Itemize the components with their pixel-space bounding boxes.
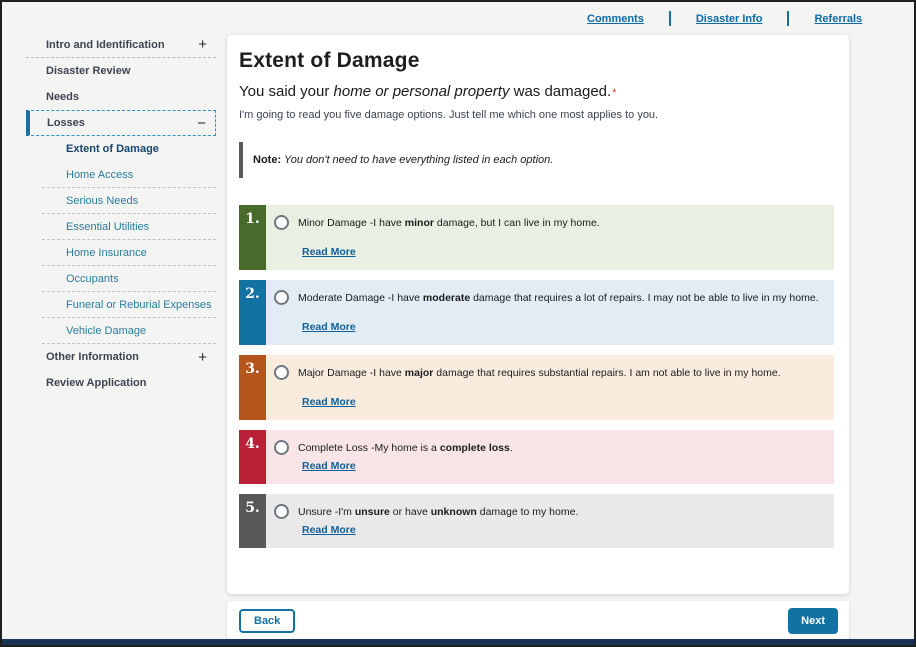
damage-option-2: 2. Moderate Damage -I have moderate damag… — [239, 280, 834, 345]
sidebar-item-other-information[interactable]: Other Information + — [26, 344, 216, 370]
sidebar-item-label: Losses — [47, 117, 85, 129]
sidebar-item-home-insurance[interactable]: Home Insurance — [26, 240, 216, 266]
sidebar: Intro and Identification + Disaster Review… — [26, 32, 216, 396]
sidebar-item-vehicle-damage[interactable]: Vehicle Damage — [26, 318, 216, 344]
sidebar-item-label: Serious Needs — [66, 195, 138, 207]
option-label-row: Major Damage -I have major damage that r… — [274, 365, 824, 380]
sidebar-item-label: Extent of Damage — [66, 143, 159, 155]
application-window: Comments Disaster Info Referrals Intro and… — [0, 0, 916, 647]
sidebar-item-label: Essential Utilities — [66, 221, 149, 233]
sidebar-item-label: Occupants — [66, 273, 119, 285]
option-body: Moderate Damage -I have moderate damage … — [266, 280, 834, 345]
sidebar-item-needs[interactable]: Needs — [26, 84, 216, 110]
option-label-row: Complete Loss -My home is a complete los… — [274, 440, 824, 455]
damage-option-1: 1. Minor Damage -I have minor damage, but… — [239, 205, 834, 270]
note-label: Note: — [253, 154, 281, 166]
option-label-row: Unsure -I'm unsure or have unknown damag… — [274, 504, 824, 519]
sidebar-item-label: Review Application — [46, 377, 146, 389]
note-text: You don't need to have everything listed… — [281, 154, 553, 166]
topbar-link-comments[interactable]: Comments — [587, 13, 644, 25]
sidebar-item-label: Home Insurance — [66, 247, 147, 259]
option-number-block: 5. — [239, 494, 266, 548]
sidebar-item-label: Needs — [46, 91, 79, 103]
option-radio[interactable] — [274, 504, 289, 519]
sidebar-item-funeral-or-reburial-expenses[interactable]: Funeral or Reburial Expenses — [26, 292, 216, 318]
option-number-block: 2. — [239, 280, 266, 345]
back-button[interactable]: Back — [239, 609, 295, 633]
question-text: You said your home or personal property … — [239, 83, 834, 100]
next-button[interactable]: Next — [788, 608, 838, 634]
option-label-row: Minor Damage -I have minor damage, but I… — [274, 215, 824, 230]
option-label: Minor Damage -I have minor damage, but I… — [298, 217, 600, 229]
option-radio[interactable] — [274, 365, 289, 380]
sidebar-item-essential-utilities[interactable]: Essential Utilities — [26, 214, 216, 240]
link-separator — [787, 11, 789, 26]
option-label: Moderate Damage -I have moderate damage … — [298, 292, 819, 304]
sidebar-item-serious-needs[interactable]: Serious Needs — [26, 188, 216, 214]
instruction-text: I'm going to read you five damage option… — [239, 109, 834, 121]
damage-option-4: 4. Complete Loss -My home is a complete l… — [239, 430, 834, 484]
link-separator — [669, 11, 671, 26]
topbar-link-referrals[interactable]: Referrals — [814, 13, 862, 25]
sidebar-item-home-access[interactable]: Home Access — [26, 162, 216, 188]
sidebar-item-losses[interactable]: Losses − — [26, 110, 216, 136]
read-more-link[interactable]: Read More — [302, 246, 356, 258]
read-more-link[interactable]: Read More — [302, 460, 356, 472]
option-body: Unsure -I'm unsure or have unknown damag… — [266, 494, 834, 548]
note-box: Note: You don't need to have everything … — [239, 142, 834, 178]
damage-option-5: 5. Unsure -I'm unsure or have unknown dam… — [239, 494, 834, 548]
sidebar-item-label: Other Information — [46, 351, 139, 363]
option-label: Unsure -I'm unsure or have unknown damag… — [298, 506, 578, 518]
sidebar-item-label: Vehicle Damage — [66, 325, 146, 337]
footer-bar — [2, 639, 914, 645]
read-more-link[interactable]: Read More — [302, 396, 356, 408]
sidebar-item-extent-of-damage[interactable]: Extent of Damage — [26, 136, 216, 162]
read-more-link[interactable]: Read More — [302, 321, 356, 333]
sidebar-item-occupants[interactable]: Occupants — [26, 266, 216, 292]
question-emphasis: home or personal property — [334, 83, 510, 100]
read-more-link[interactable]: Read More — [302, 524, 356, 536]
plus-icon[interactable]: + — [198, 37, 207, 52]
options-list: 1. Minor Damage -I have minor damage, but… — [239, 205, 834, 548]
sidebar-item-intro-and-identification[interactable]: Intro and Identification + — [26, 32, 216, 58]
option-radio[interactable] — [274, 290, 289, 305]
question-prefix: You said your — [239, 83, 334, 100]
option-body: Complete Loss -My home is a complete los… — [266, 430, 834, 484]
option-number-block: 4. — [239, 430, 266, 484]
option-label: Complete Loss -My home is a complete los… — [298, 442, 513, 454]
option-radio[interactable] — [274, 440, 289, 455]
option-body: Major Damage -I have major damage that r… — [266, 355, 834, 420]
sidebar-item-label: Home Access — [66, 169, 133, 181]
option-body: Minor Damage -I have minor damage, but I… — [266, 205, 834, 270]
sidebar-item-review-application[interactable]: Review Application — [26, 370, 216, 396]
topbar: Comments Disaster Info Referrals — [587, 11, 862, 26]
topbar-link-disaster-info[interactable]: Disaster Info — [696, 13, 763, 25]
page-title: Extent of Damage — [239, 49, 834, 73]
required-marker: * — [612, 87, 616, 99]
plus-icon[interactable]: + — [198, 350, 207, 365]
damage-option-3: 3. Major Damage -I have major damage that… — [239, 355, 834, 420]
sidebar-item-label: Intro and Identification — [46, 39, 165, 51]
footer-actions: Back Next — [227, 601, 849, 639]
question-suffix: was damaged. — [509, 83, 611, 100]
sidebar-item-label: Disaster Review — [46, 65, 130, 77]
option-number-block: 1. — [239, 205, 266, 270]
option-radio[interactable] — [274, 215, 289, 230]
minus-icon[interactable]: − — [197, 116, 206, 131]
main-panel: Extent of Damage You said your home or p… — [227, 35, 849, 594]
sidebar-item-label: Funeral or Reburial Expenses — [66, 299, 212, 311]
sidebar-item-disaster-review[interactable]: Disaster Review — [26, 58, 216, 84]
option-label-row: Moderate Damage -I have moderate damage … — [274, 290, 824, 305]
option-number-block: 3. — [239, 355, 266, 420]
option-label: Major Damage -I have major damage that r… — [298, 367, 781, 379]
